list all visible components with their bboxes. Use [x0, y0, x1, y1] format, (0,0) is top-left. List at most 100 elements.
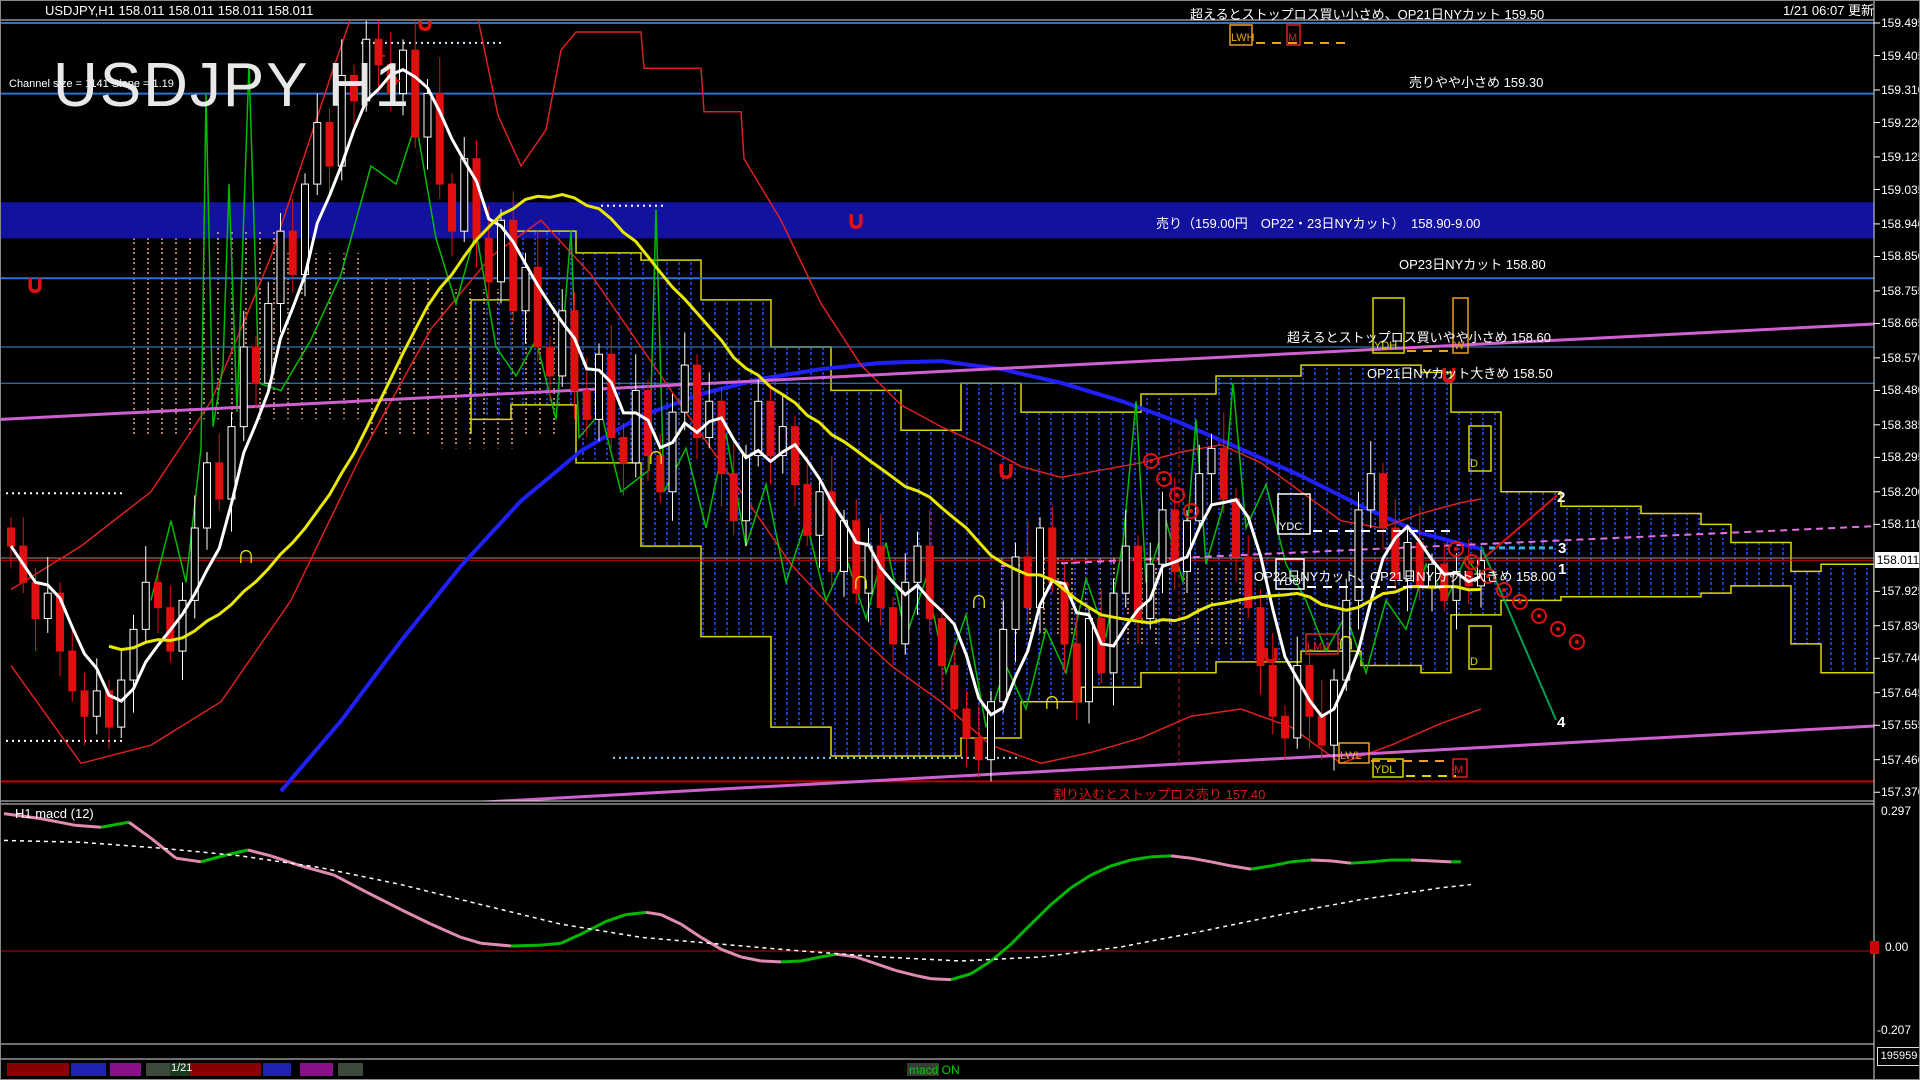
candle-body: [1121, 545, 1130, 594]
macd-line-segment: [1250, 864, 1272, 871]
marker-box-label: YDL: [1374, 764, 1396, 776]
candle-body: [1036, 527, 1044, 609]
candle-body: [239, 346, 248, 428]
macd-line-segment: [645, 910, 662, 917]
timeline-segment[interactable]: [110, 1063, 141, 1076]
price-tick-label: 157.555: [1881, 718, 1919, 733]
macd-line-segment: [1270, 860, 1292, 868]
candle-body: [950, 665, 959, 710]
macd-scale-top: 0.297: [1881, 804, 1912, 818]
candle-body: [68, 650, 77, 692]
macd-line-segment: [430, 922, 462, 939]
macd-line-segment: [247, 848, 272, 858]
macd-line-segment: [820, 952, 837, 959]
candle-body: [80, 690, 89, 717]
marker-box-label: D: [1470, 458, 1478, 470]
sell-arrow-icon: ∪: [24, 269, 45, 299]
stop-level-dot: [1175, 493, 1179, 497]
macd-line-segment: [580, 920, 607, 936]
candle-body: [668, 411, 677, 493]
price-tick-label: 158.940: [1881, 216, 1919, 231]
timeline-segment[interactable]: [338, 1063, 363, 1076]
current-price-tag: 158.011: [1875, 552, 1920, 569]
marker-box-label: LMH: [1307, 641, 1331, 653]
timeline-segment[interactable]: [190, 1063, 261, 1076]
wave-count-label: 3: [1558, 540, 1567, 557]
stop-level-dot: [1518, 600, 1522, 604]
price-chart-canvas[interactable]: ∪∪∪∪∪∪∩∩∩∩∩∩++: [1, 1, 1920, 1080]
marker-box-label: YDC: [1279, 521, 1303, 533]
candle-body: [570, 310, 579, 391]
timeline-segment[interactable]: [263, 1063, 291, 1076]
chart-annotation-text: OP22日NYカット、OP21日NYカット大きめ 158.00: [1254, 569, 1556, 584]
candle-body: [631, 389, 640, 464]
macd-line-segment: [365, 890, 402, 911]
macd-line-segment: [950, 972, 972, 982]
macd-line-segment: [1009, 923, 1033, 946]
buy-arrow-icon: ∩: [647, 440, 666, 470]
candle-body: [607, 353, 616, 438]
candle-body: [521, 266, 530, 312]
stop-level-dot: [1470, 560, 1474, 564]
macd-line-segment: [605, 913, 627, 923]
macd-line-segment: [333, 873, 367, 894]
candle-body: [264, 303, 273, 384]
chart-window: ∪ ∪ ∪ ∪ ∪ ∪ ∩ ∩ ∩ ∩ ∩ ∩ + + USDJPY,H1 158.011 158.011…: [0, 0, 1920, 1080]
macd-line-segment: [115, 820, 130, 826]
timeline-segment[interactable]: [146, 1063, 170, 1076]
candle-body: [925, 545, 934, 619]
candle-body: [31, 581, 40, 619]
price-tick-label: 157.645: [1881, 685, 1919, 700]
macd-line-segment: [1310, 858, 1332, 863]
price-tick-label: 159.125: [1881, 149, 1919, 164]
candle-body: [252, 346, 260, 384]
candle-body: [1317, 715, 1326, 746]
candle-body: [203, 462, 211, 529]
macd-line-segment: [510, 943, 542, 948]
candle-body: [141, 581, 150, 630]
candle-body: [546, 346, 554, 377]
wave-count-label: 1: [1558, 561, 1567, 578]
timeline-segment[interactable]: [7, 1063, 69, 1076]
macd-line-segment: [1290, 858, 1312, 864]
timer-value-box: 195959: [1877, 1047, 1919, 1066]
candle-body: [472, 158, 481, 239]
candle-body: [766, 400, 775, 457]
price-tick-label: 157.740: [1881, 651, 1919, 666]
macd-indicator-label: H1 macd (12): [15, 806, 94, 821]
macd-line-segment: [660, 913, 682, 926]
candle-body: [460, 158, 469, 232]
macd-on-toggle-label[interactable]: macd ON: [909, 1063, 960, 1077]
price-tick-label: 159.310: [1881, 82, 1919, 97]
marker-box-label: LWH: [1231, 32, 1255, 44]
candle-body: [815, 491, 824, 536]
macd-line-segment: [100, 823, 117, 829]
macd-scale-bottom: -0.207: [1877, 1023, 1912, 1037]
ichimoku-cloud: [470, 230, 1874, 757]
macd-line-segment: [895, 969, 917, 978]
price-tick-label: 157.460: [1881, 752, 1919, 767]
timeline-segment[interactable]: [71, 1063, 106, 1076]
candle-body: [1219, 447, 1228, 500]
timeline-segment[interactable]: [300, 1063, 333, 1076]
candle-body: [717, 400, 726, 475]
macd-line-segment: [855, 955, 877, 966]
price-tick-label: 157.830: [1881, 618, 1919, 633]
price-tick-label: 157.370: [1881, 785, 1919, 800]
window-title: USDJPY,H1 158.011 158.011 158.011 158.01…: [45, 3, 314, 18]
chart-annotation-text: 割り込むとストップロス売り 157.40: [1053, 787, 1266, 802]
candle-body: [754, 400, 763, 457]
macd-line-segment: [75, 823, 102, 829]
candle-body: [129, 628, 138, 681]
stop-level-dot: [1502, 588, 1506, 592]
buy-arrow-icon: ∩: [970, 584, 989, 614]
macd-zero-marker: [1870, 941, 1879, 954]
candle-body: [484, 237, 493, 283]
marker-box-label: LWL: [1340, 750, 1362, 762]
macd-line-segment: [1170, 854, 1192, 860]
macd-line-segment: [1410, 858, 1432, 863]
marker-box-label: D: [1470, 656, 1478, 668]
candle-body: [423, 93, 432, 138]
macd-line-segment: [200, 853, 227, 864]
candle-body: [1109, 592, 1118, 674]
